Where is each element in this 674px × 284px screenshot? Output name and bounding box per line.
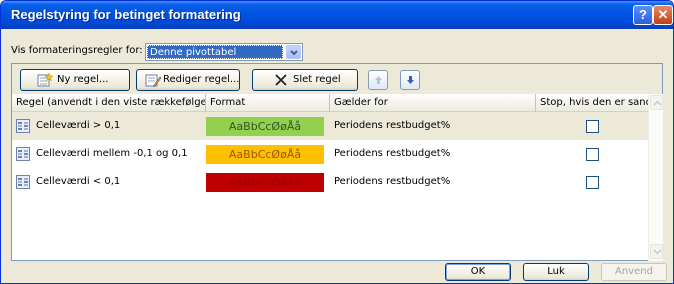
rule-row[interactable]: Celleværdi < 0,1 AaBbCcØøÅå Periodens rest… bbox=[12, 168, 648, 196]
chevron-down-icon bbox=[290, 50, 298, 56]
rule-icon bbox=[16, 147, 30, 161]
applies-to-range[interactable]: Periodens restbudget% bbox=[334, 168, 450, 196]
chevron-up-icon bbox=[653, 100, 662, 106]
move-up-button[interactable] bbox=[368, 70, 388, 90]
new-rule-button[interactable]: Ny regel... bbox=[20, 69, 130, 91]
applies-to-range[interactable]: Periodens restbudget% bbox=[334, 112, 450, 140]
new-rule-label: Ny regel... bbox=[57, 74, 109, 85]
column-header-rule[interactable]: Regel (anvendt i den viste rækkefølge) bbox=[12, 94, 206, 112]
close-button[interactable]: Luk bbox=[523, 263, 589, 281]
help-button[interactable]: ? bbox=[633, 5, 653, 25]
vertical-scrollbar[interactable] bbox=[648, 94, 663, 261]
applies-to-range[interactable]: Periodens restbudget% bbox=[334, 140, 450, 168]
rules-toolbar: Ny regel... Rediger regel... Slet regel bbox=[12, 64, 662, 94]
window-title: Regelstyring for betinget formatering bbox=[11, 7, 241, 22]
title-bar[interactable]: Regelstyring for betinget formatering ? … bbox=[1, 1, 673, 29]
rule-description: Celleværdi > 0,1 bbox=[36, 120, 121, 131]
delete-rule-button[interactable]: Slet regel bbox=[252, 69, 358, 91]
show-rules-selected: Denne pivottabel bbox=[147, 45, 283, 59]
delete-x-icon bbox=[275, 74, 287, 86]
rules-table-header: Regel (anvendt i den viste rækkefølge) F… bbox=[12, 94, 648, 112]
conditional-formatting-dialog: Regelstyring for betinget formatering ? … bbox=[0, 0, 674, 284]
arrow-down-icon bbox=[407, 76, 414, 84]
scroll-down-button[interactable] bbox=[650, 244, 663, 259]
show-rules-dropdown[interactable]: Denne pivottabel bbox=[145, 43, 303, 61]
move-down-button[interactable] bbox=[400, 70, 420, 90]
rules-panel: Ny regel... Rediger regel... Slet regel bbox=[11, 63, 663, 261]
stop-if-true-checkbox[interactable] bbox=[586, 176, 599, 189]
apply-button[interactable]: Anvend bbox=[601, 263, 667, 281]
format-preview[interactable]: AaBbCcØøÅå bbox=[206, 117, 324, 136]
edit-rule-icon bbox=[145, 74, 161, 87]
show-rules-label: Vis formateringsregler for: bbox=[11, 45, 143, 56]
rule-icon bbox=[16, 119, 30, 133]
delete-rule-label: Slet regel bbox=[293, 74, 341, 85]
column-header-format[interactable]: Format bbox=[206, 94, 330, 112]
rule-description: Celleværdi < 0,1 bbox=[36, 176, 121, 187]
rule-row[interactable]: Celleværdi mellem -0,1 og 0,1 AaBbCcØøÅå P… bbox=[12, 140, 648, 168]
rule-icon bbox=[16, 175, 30, 189]
dropdown-arrow-button[interactable] bbox=[286, 45, 301, 59]
stop-if-true-checkbox[interactable] bbox=[586, 148, 599, 161]
stop-if-true-checkbox[interactable] bbox=[586, 120, 599, 133]
chevron-down-icon bbox=[653, 249, 662, 255]
new-rule-icon bbox=[37, 73, 53, 87]
column-header-applies-to[interactable]: Gælder for bbox=[330, 94, 536, 112]
format-preview[interactable]: AaBbCcØøÅå bbox=[206, 145, 324, 164]
ok-button[interactable]: OK bbox=[445, 263, 511, 281]
scroll-up-button[interactable] bbox=[650, 95, 663, 110]
format-preview[interactable]: AaBbCcØøÅå bbox=[206, 173, 324, 192]
edit-rule-button[interactable]: Rediger regel... bbox=[136, 69, 240, 91]
arrow-up-icon bbox=[375, 76, 382, 84]
close-window-button[interactable]: ✕ bbox=[653, 5, 673, 25]
rule-description: Celleværdi mellem -0,1 og 0,1 bbox=[36, 148, 188, 159]
edit-rule-label: Rediger regel... bbox=[163, 74, 240, 85]
rule-row[interactable]: Celleværdi > 0,1 AaBbCcØøÅå Periodens rest… bbox=[12, 112, 648, 140]
column-header-stop-if-true[interactable]: Stop, hvis den er sand bbox=[536, 94, 648, 112]
